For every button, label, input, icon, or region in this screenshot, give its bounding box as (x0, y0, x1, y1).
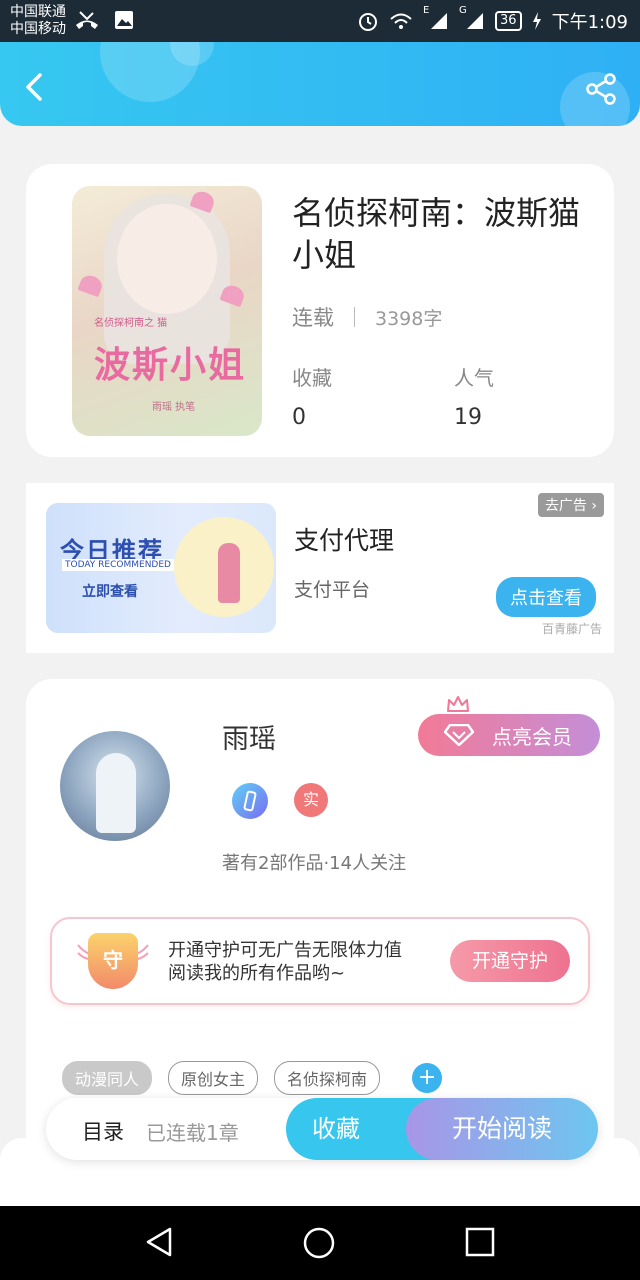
back-button[interactable] (20, 72, 50, 102)
alarm-icon (359, 13, 378, 31)
open-guard-button[interactable]: 开通守护 (450, 940, 570, 982)
popularity-stat: 人气 19 (454, 362, 494, 430)
status-right: E G 36 下午1:09 (357, 5, 628, 34)
book-cover[interactable]: 名侦探柯南之 猫 波斯小姐 雨瑶 执笔 (72, 186, 262, 436)
toc-button[interactable]: 目录 (82, 1116, 124, 1146)
book-status: 连载 (292, 306, 334, 330)
nav-recents-icon[interactable] (464, 1226, 496, 1258)
guard-text: 开通守护可无广告无限体力值阅读我的所有作品哟~ (168, 940, 402, 984)
battery-indicator: 36 (495, 11, 522, 31)
clock: 下午1:09 (551, 12, 628, 33)
gallery-icon (115, 11, 133, 29)
missed-call-icon (76, 11, 98, 29)
carrier-1: 中国联通 (10, 4, 66, 20)
favorites-label: 收藏 (292, 366, 332, 390)
ad-view-button[interactable]: 点击查看 (496, 577, 596, 617)
start-reading-button[interactable]: 开始阅读 (406, 1098, 598, 1160)
popularity-value: 19 (454, 405, 482, 430)
status-bar: 中国联通 中国移动 E G 36 下午1:09 (0, 0, 640, 42)
tag-list: 动漫同人 原创女主 名侦探柯南 + (62, 1061, 443, 1095)
cover-title-text: 波斯小姐 (93, 344, 246, 386)
book-title: 名侦探柯南：波斯猫小姐 (292, 194, 581, 274)
ad-title: 支付代理 (294, 526, 395, 555)
phone-verified-badge-icon (232, 783, 268, 819)
signal-2-icon: G (459, 5, 485, 31)
nav-home-icon[interactable] (302, 1226, 336, 1260)
charging-icon (532, 12, 541, 30)
system-nav-bar (0, 1206, 640, 1280)
meta-divider (354, 307, 355, 327)
cover-small-text: 名侦探柯南之 猫 (94, 318, 168, 329)
popularity-label: 人气 (454, 366, 494, 390)
word-count: 3398字 (375, 307, 443, 330)
ad-source: 百青藤广告 (541, 622, 602, 636)
tag-item[interactable]: 原创女主 (168, 1061, 259, 1095)
action-bar: 目录 已连载1章 收藏 开始阅读 (46, 1098, 598, 1160)
carrier-labels: 中国联通 中国移动 (10, 4, 66, 38)
ad-banner[interactable]: 今日推荐 TODAY RECOMMENDED 立即查看 支付代理 支付平台 去广… (26, 483, 614, 653)
avatar-figure (96, 753, 136, 833)
crown-icon (447, 696, 469, 712)
add-tag-button[interactable]: + (412, 1063, 443, 1093)
cover-butterfly (77, 272, 105, 298)
vip-button-label: 点亮会员 (492, 724, 572, 749)
guard-banner[interactable]: 守 开通守护可无广告无限体力值阅读我的所有作品哟~ 开通守护 (50, 917, 590, 1005)
author-name[interactable]: 雨瑶 (222, 717, 276, 756)
book-meta: 连载 3398字 (292, 302, 442, 332)
ad-subtitle: 支付平台 (294, 579, 371, 601)
ad-image[interactable]: 今日推荐 TODAY RECOMMENDED 立即查看 (46, 503, 276, 633)
cover-author-text: 雨瑶 执笔 (152, 402, 196, 413)
cover-art-face (117, 204, 217, 314)
signal-1-icon: E (423, 5, 449, 31)
favorites-value: 0 (292, 405, 306, 430)
ad-image-cta: 立即查看 (82, 584, 138, 600)
remove-ad-button[interactable]: 去广告 › (537, 493, 604, 517)
carrier-2: 中国移动 (10, 21, 66, 37)
guard-shield-icon: 守 (88, 933, 138, 989)
favorites-stat: 收藏 0 (292, 362, 332, 430)
author-avatar[interactable] (60, 731, 170, 841)
ad-image-subtitle: TODAY RECOMMENDED (62, 559, 174, 571)
ad-image-figure (218, 543, 240, 603)
share-button[interactable] (584, 72, 618, 106)
author-stats: 著有2部作品·14人关注 (222, 853, 407, 874)
chapter-progress: 已连载1章 (146, 1121, 239, 1145)
vip-button[interactable]: 点亮会员 (418, 714, 600, 756)
real-name-badge: 实 (294, 783, 328, 817)
diamond-icon (444, 724, 474, 746)
book-info-card: 名侦探柯南之 猫 波斯小姐 雨瑶 执笔 名侦探柯南：波斯猫小姐 连载 3398字… (26, 164, 614, 457)
header-bar (0, 42, 640, 126)
tag-item[interactable]: 动漫同人 (62, 1061, 153, 1095)
tag-item[interactable]: 名侦探柯南 (274, 1061, 381, 1095)
nav-back-icon[interactable] (144, 1226, 176, 1258)
wifi-icon (390, 13, 412, 29)
